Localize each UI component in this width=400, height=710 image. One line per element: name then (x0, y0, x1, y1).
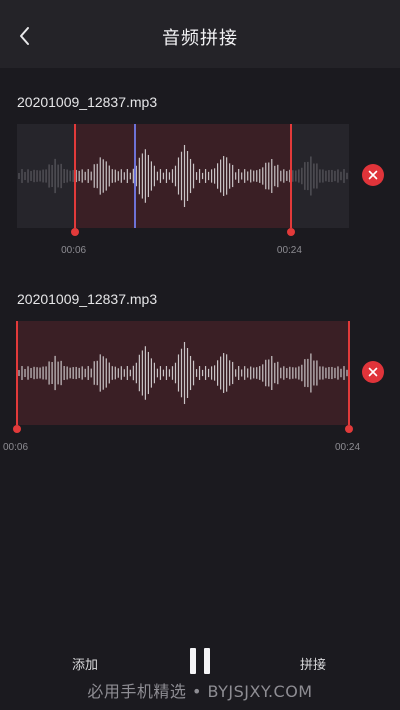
end-time-label: 00:24 (276, 245, 302, 256)
start-handle[interactable] (71, 228, 80, 236)
end-handle-line[interactable] (348, 321, 350, 425)
remove-clip-button[interactable] (362, 361, 384, 383)
waveform-track[interactable]: 00:06 00:24 (17, 124, 349, 256)
end-handle-line[interactable] (290, 124, 292, 228)
waveform (18, 341, 348, 405)
end-handle[interactable] (345, 425, 353, 433)
remove-clip-button[interactable] (362, 164, 384, 186)
add-button[interactable]: 添加 (72, 654, 98, 673)
end-handle[interactable] (286, 228, 295, 236)
waveform (18, 144, 348, 208)
start-time-label: 00:06 (61, 245, 87, 256)
close-icon (368, 170, 378, 180)
start-handle-line[interactable] (16, 321, 18, 425)
start-handle[interactable] (13, 425, 21, 433)
pause-icon (190, 648, 196, 674)
page-title: 音频拼接 (162, 28, 238, 49)
end-time-label: 00:24 (335, 442, 361, 453)
close-icon (368, 367, 378, 377)
merge-button[interactable]: 拼接 (300, 654, 326, 673)
start-time-label: 00:06 (3, 442, 29, 453)
top-bar: 音频拼接 (0, 0, 400, 68)
playhead[interactable] (133, 124, 136, 228)
clip-filename: 20201009_12837.mp3 (17, 291, 158, 307)
start-handle-line[interactable] (74, 124, 76, 228)
pause-button[interactable] (188, 648, 212, 674)
waveform-track[interactable]: 00:06 00:24 (3, 321, 360, 453)
watermark: 必用手机精选 • BYJSJXY.COM (87, 682, 313, 701)
clip-filename: 20201009_12837.mp3 (17, 94, 158, 110)
